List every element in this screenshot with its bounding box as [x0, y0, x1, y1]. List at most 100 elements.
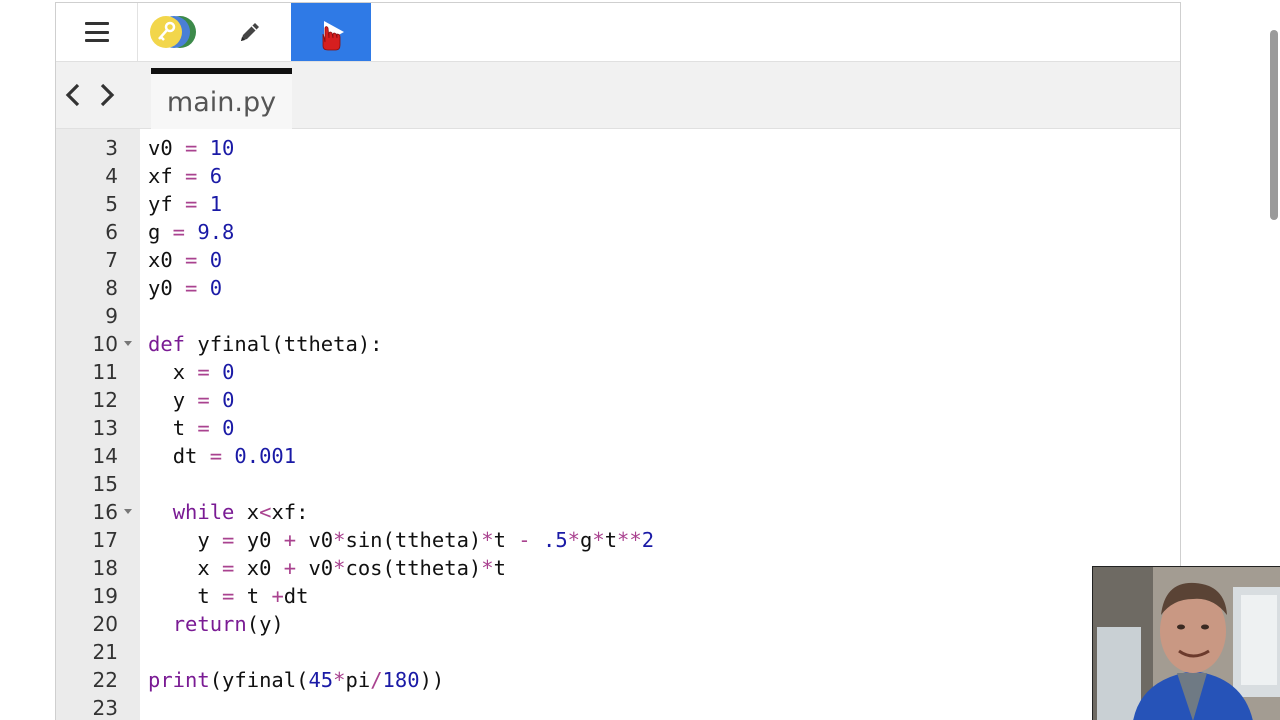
code-token: * [333, 668, 346, 692]
code-token: y0 [148, 276, 173, 300]
code-token: y [172, 388, 186, 412]
line-number: 14 [92, 444, 118, 468]
code-line: 23 [56, 694, 1180, 720]
code-line: 16 while x<xf: [56, 498, 1180, 526]
pencil-icon [241, 23, 259, 41]
code-token: 0.001 [234, 444, 297, 468]
line-number: 13 [92, 416, 118, 440]
menu-button[interactable] [56, 3, 138, 61]
code-token: - [505, 528, 543, 552]
code-text: return(y) [148, 610, 284, 638]
code-line: 15 [56, 470, 1180, 498]
code-text: xf = 6 [148, 162, 222, 190]
code-line: 17 y = y0 + v0*sin(ttheta)*t - .5*g*t**2 [56, 526, 1180, 554]
code-token: 2 [641, 528, 655, 552]
code-token: print [148, 668, 210, 692]
code-token: while [172, 500, 235, 524]
line-number: 8 [105, 276, 118, 300]
code-token: (yfinal( [209, 668, 309, 692]
code-editor[interactable]: 3 v0 = 10 4 xf = 6 5 yf = 16g = 9.8 7 x0 = 0 8 y0… [56, 129, 1180, 720]
chevron-right-icon[interactable] [96, 80, 118, 110]
code-text: t = 0 [148, 414, 235, 442]
code-token: 0 [209, 248, 223, 272]
line-number: 7 [105, 248, 118, 272]
code-text: x = 0 [148, 358, 235, 386]
run-button[interactable] [291, 3, 371, 61]
code-token: 9.8 [197, 220, 235, 244]
code-line: 6 g = 9.8 [56, 218, 1180, 246]
code-token: t [197, 584, 210, 608]
code-token: 10 [209, 136, 235, 160]
code-text: y0 = 0 [148, 274, 222, 302]
code-token: t [493, 556, 506, 580]
code-token: * [333, 528, 346, 552]
code-line: 22 print(yfinal(45*pi/180)) [56, 666, 1180, 694]
code-token: x0 [148, 248, 173, 272]
code-token: 45 [308, 668, 334, 692]
ide-window: main.py 3 v0 = 10 4 xf = 6 5 yf = 16g = 9.8 7 x… [55, 2, 1181, 720]
code-token: = [172, 276, 210, 300]
line-number: 5 [105, 192, 118, 216]
code-token: (y) [246, 612, 284, 636]
code-token: + [271, 584, 284, 608]
code-line: 20 return(y) [56, 610, 1180, 638]
line-number: 20 [92, 612, 118, 636]
edit-button[interactable] [210, 3, 290, 61]
code-token: x [172, 360, 186, 384]
line-number: 16 [92, 500, 118, 524]
code-line: 18 x = x0 + v0*cos(ttheta)*t [56, 554, 1180, 582]
code-token: x0 [246, 556, 272, 580]
line-number: 21 [92, 640, 118, 664]
code-line: 5 yf = 1 [56, 190, 1180, 218]
tab-label: main.py [166, 86, 277, 118]
webcam-overlay [1092, 566, 1280, 720]
chevron-left-icon[interactable] [62, 80, 84, 110]
code-token: pi [345, 668, 371, 692]
code-token: v0 [308, 556, 334, 580]
code-line: 19 t = t +dt [56, 582, 1180, 610]
code-token: t [246, 584, 272, 608]
code-token: dt [283, 584, 309, 608]
code-token: = [172, 136, 210, 160]
code-text: y = 0 [148, 386, 235, 414]
fold-arrow-icon[interactable] [124, 341, 132, 346]
code-text: yf = 1 [148, 190, 222, 218]
library-button[interactable] [138, 3, 210, 61]
code-token: sin(ttheta) [345, 528, 482, 552]
tab-bar: main.py [56, 61, 1180, 130]
code-token: xf: [271, 500, 309, 524]
page-scrollbar[interactable] [1270, 30, 1278, 220]
code-token: ** [617, 528, 642, 552]
code-token: / [370, 668, 383, 692]
code-token: = [185, 416, 223, 440]
code-token: < [259, 500, 272, 524]
code-token: yf [148, 192, 173, 216]
code-line: 7 x0 = 0 [56, 246, 1180, 274]
code-token: 0 [209, 276, 223, 300]
code-token: .5 [542, 528, 568, 552]
code-line: 14 dt = 0.001 [56, 442, 1180, 470]
code-token: + [271, 528, 309, 552]
code-token: v0 [308, 528, 334, 552]
line-number: 22 [92, 668, 118, 692]
code-token: cos(ttheta) [345, 556, 482, 580]
code-token: t [493, 528, 506, 552]
code-token: = [209, 556, 247, 580]
code-line: 9 [56, 302, 1180, 330]
code-token: = [197, 444, 235, 468]
code-line: 3 v0 = 10 [56, 134, 1180, 162]
code-token: * [567, 528, 581, 552]
history-nav [62, 80, 118, 110]
play-icon [322, 21, 344, 51]
code-token: * [481, 528, 494, 552]
library-key-icon [150, 16, 196, 48]
code-line: 8 y0 = 0 [56, 274, 1180, 302]
tab-main-py[interactable]: main.py [151, 68, 292, 130]
code-token: 0 [222, 416, 235, 440]
code-token: dt [172, 444, 198, 468]
code-line: 12 y = 0 [56, 386, 1180, 414]
code-token: x [234, 500, 260, 524]
code-text: dt = 0.001 [148, 442, 296, 470]
fold-arrow-icon[interactable] [124, 509, 132, 514]
line-number: 6 [105, 220, 118, 244]
